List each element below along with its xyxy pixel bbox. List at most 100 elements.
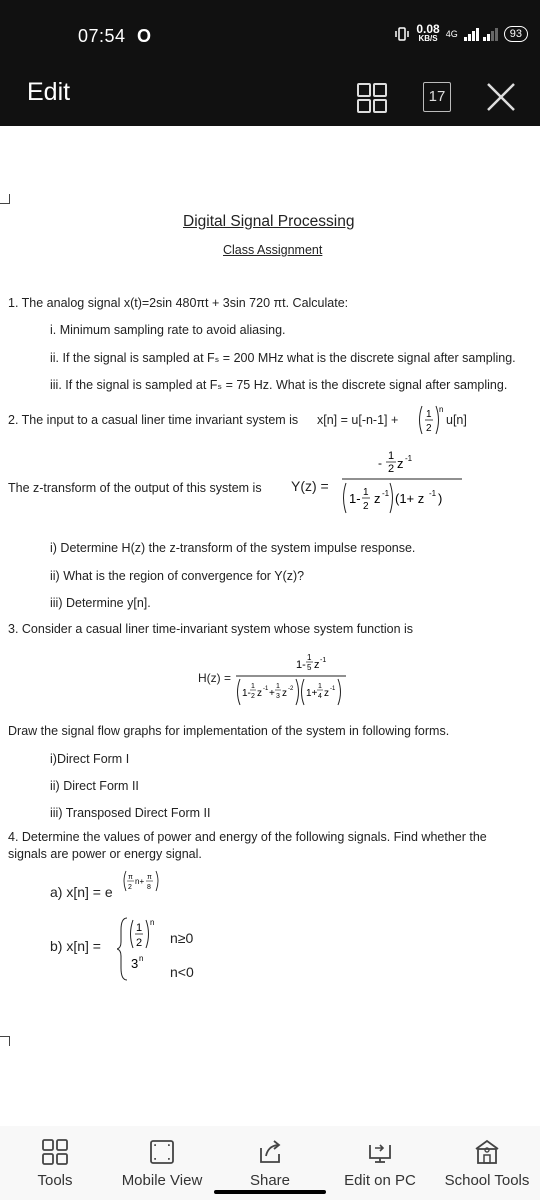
edit-on-pc-label: Edit on PC — [344, 1172, 416, 1189]
q4-b-condition-1: n≥0 — [170, 930, 194, 946]
svg-text:4: 4 — [318, 693, 322, 700]
home-indicator[interactable] — [214, 1190, 326, 1194]
vibrate-icon — [395, 27, 410, 41]
q3-part-i: i)Direct Form I — [50, 752, 130, 766]
grid-view-icon[interactable] — [356, 82, 388, 114]
svg-text:π: π — [147, 874, 152, 881]
q2-Y-label: Y(z) = — [291, 478, 329, 494]
margin-mark-bottom — [0, 1036, 10, 1046]
monitor-icon — [369, 1144, 391, 1163]
svg-text:1: 1 — [276, 683, 280, 690]
share-label: Share — [249, 1172, 291, 1189]
svg-text:z: z — [374, 491, 381, 506]
svg-text:n+: n+ — [135, 877, 144, 886]
tools-icon — [42, 1139, 68, 1165]
mobile-view-label: Mobile View — [121, 1172, 203, 1189]
svg-text:2: 2 — [128, 884, 132, 891]
svg-text:-1: -1 — [405, 454, 413, 463]
doc-subtitle: Class Assignment — [223, 243, 323, 257]
q1-text: 1. The analog signal x(t)=2sin 480πt + 3… — [8, 296, 349, 310]
network-speed: 0.08 KB/S — [416, 22, 440, 43]
svg-text:2: 2 — [426, 423, 432, 434]
q1-part-iii: iii. If the signal is sampled at Fₛ = 75… — [50, 378, 508, 392]
q4-a-expression: a) x[n] = e — [50, 884, 113, 900]
q4-b-condition-2: n<0 — [170, 964, 194, 980]
q4-text-line1: 4. Determine the values of power and ene… — [8, 830, 487, 844]
q4-b-expression: b) x[n] = — [50, 938, 101, 954]
share-button[interactable]: Share — [240, 1126, 300, 1200]
svg-text:): ) — [438, 491, 442, 506]
q2-ztransform-text: The z-transform of the output of this sy… — [8, 481, 262, 495]
svg-text:1: 1 — [363, 487, 369, 498]
signal-icon — [463, 28, 498, 41]
q1-part-i: i. Minimum sampling rate to avoid aliasi… — [50, 323, 286, 337]
edit-on-pc-button[interactable]: Edit on PC — [335, 1126, 425, 1200]
q3-H-fraction: 1- 1 5 z -1 1- 1 2 z -1 + 1 3 z -2 1+ 1 … — [234, 646, 350, 715]
q2-part-i: i) Determine H(z) the z-transform of the… — [50, 541, 416, 555]
page-count-button[interactable]: 17 — [423, 82, 451, 112]
share-icon — [260, 1140, 281, 1163]
svg-text:1-: 1- — [296, 659, 306, 671]
edit-button[interactable]: Edit — [27, 78, 70, 107]
svg-text:π: π — [128, 874, 133, 881]
document-page[interactable]: Digital Signal Processing Class Assignme… — [0, 126, 540, 1126]
q3-H-label: H(z) = — [198, 671, 231, 685]
svg-text:-1: -1 — [382, 489, 390, 498]
network-type: 4G — [445, 29, 458, 39]
q2-half-power: 1 2 n — [416, 404, 446, 435]
q3-part-iii: iii) Transposed Direct Form II — [50, 806, 211, 820]
q3-draw-text: Draw the signal flow graphs for implemen… — [8, 724, 450, 738]
margin-mark-top — [0, 194, 10, 204]
status-indicator: O — [137, 26, 152, 46]
school-tools-label: School Tools — [444, 1172, 530, 1189]
bottom-toolbar: Tools Mobile View Share Edit on PC Schoo… — [0, 1126, 540, 1200]
svg-text:2: 2 — [136, 937, 142, 949]
close-icon[interactable] — [484, 80, 518, 114]
svg-text:1: 1 — [307, 653, 312, 662]
svg-text:1-: 1- — [349, 491, 361, 506]
status-bar: 07:54 O 0.08 KB/S 4G 93 — [0, 0, 540, 68]
svg-text:1: 1 — [251, 683, 255, 690]
svg-text:1-: 1- — [242, 688, 251, 699]
svg-text:-1: -1 — [429, 489, 437, 498]
svg-text:-: - — [378, 456, 382, 470]
q1-part-ii: ii. If the signal is sampled at Fₛ = 200… — [50, 351, 516, 365]
school-tools-button[interactable]: School Tools — [434, 1126, 540, 1200]
svg-text:z: z — [397, 456, 404, 471]
svg-text:z: z — [324, 688, 329, 699]
svg-text:+: + — [269, 688, 275, 699]
svg-text:8: 8 — [147, 884, 151, 891]
svg-text:n: n — [439, 405, 443, 414]
svg-text:1: 1 — [388, 450, 394, 462]
school-icon — [475, 1139, 499, 1164]
svg-text:3: 3 — [276, 693, 280, 700]
mobile-view-button[interactable]: Mobile View — [112, 1126, 212, 1200]
status-icons: 0.08 KB/S 4G 93 — [394, 22, 528, 46]
svg-text:3: 3 — [131, 956, 138, 971]
q3-part-ii: ii) Direct Form II — [50, 779, 139, 793]
svg-text:-2: -2 — [288, 686, 294, 692]
tools-label: Tools — [37, 1172, 73, 1189]
q2-part-iii: iii) Determine y[n]. — [50, 596, 151, 610]
svg-text:2: 2 — [388, 463, 394, 475]
q2-expression-step: u[n] — [446, 413, 467, 427]
svg-text:z: z — [314, 659, 320, 671]
battery-icon: 93 — [503, 26, 528, 42]
q3-text: 3. Consider a casual liner time-invarian… — [8, 622, 414, 636]
q4-text-line2: signals are power or energy signal. — [8, 847, 202, 861]
svg-text:2: 2 — [251, 693, 255, 700]
svg-text:(1+ z: (1+ z — [395, 491, 424, 506]
toolbar: Edit 17 — [0, 68, 540, 126]
svg-text:n: n — [139, 954, 143, 963]
q2-Y-fraction: - 1 2 z -1 1- 1 2 z -1 (1+ z -1 ) — [340, 441, 464, 524]
doc-title: Digital Signal Processing — [183, 213, 355, 230]
svg-text:1: 1 — [136, 922, 142, 934]
tools-button[interactable]: Tools — [30, 1126, 80, 1200]
svg-text:n: n — [150, 918, 154, 927]
svg-text:1: 1 — [318, 683, 322, 690]
svg-text:5: 5 — [307, 663, 312, 672]
svg-text:1: 1 — [426, 409, 432, 420]
svg-text:z: z — [282, 688, 287, 699]
q2-part-ii: ii) What is the region of convergence fo… — [50, 569, 305, 583]
svg-text:1+: 1+ — [306, 688, 318, 699]
